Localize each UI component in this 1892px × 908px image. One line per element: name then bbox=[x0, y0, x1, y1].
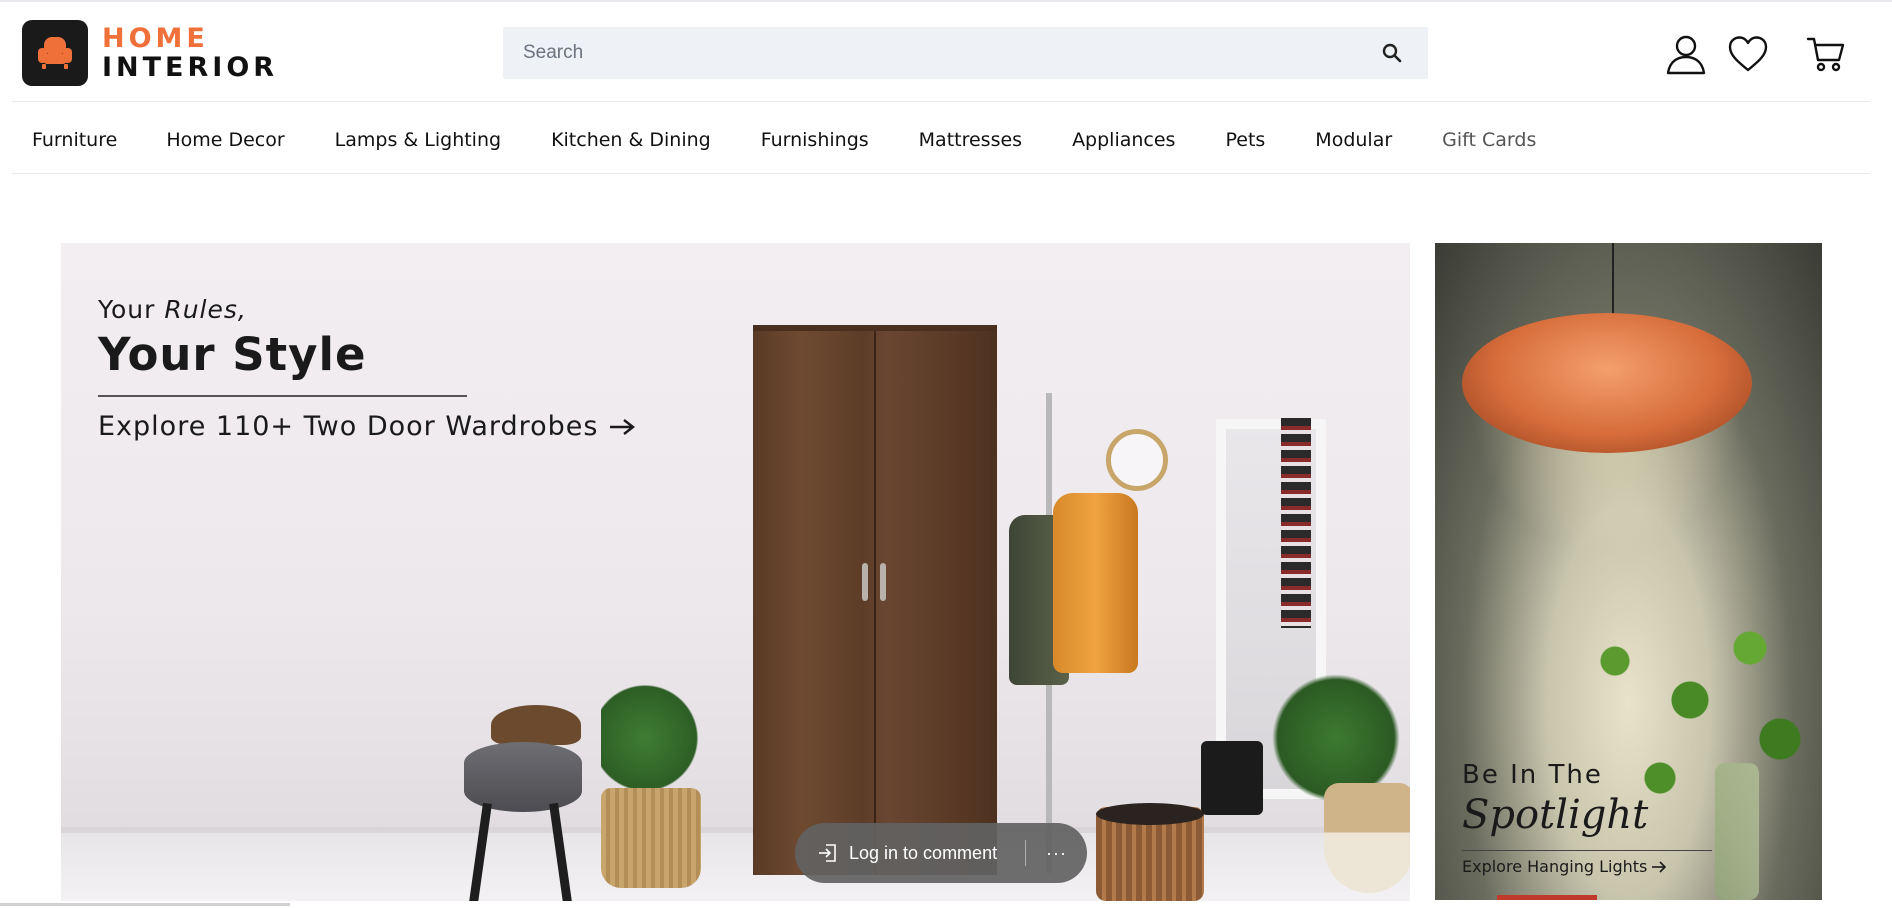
hero-banner-wardrobes[interactable]: Your Rules, Your Style Explore 110+ Two … bbox=[61, 243, 1410, 901]
wishlist-heart-icon bbox=[1728, 36, 1768, 72]
wishlist-button[interactable] bbox=[1724, 30, 1772, 78]
category-nav: Furniture Home Decor Lamps & Lighting Ki… bbox=[12, 118, 1556, 162]
search-input[interactable] bbox=[503, 28, 1363, 78]
wooden-stool-top bbox=[1096, 803, 1204, 825]
log-in-to-comment-button[interactable]: Log in to comment bbox=[795, 823, 1025, 883]
brand-name: HOME INTERIOR bbox=[102, 25, 278, 81]
scarf-image bbox=[1281, 418, 1311, 628]
nav-divider bbox=[12, 173, 1870, 174]
wardrobe-handle-left bbox=[862, 563, 868, 601]
wardrobe-handle-right bbox=[880, 563, 886, 601]
basket-image-right bbox=[1324, 783, 1410, 893]
nav-item-appliances[interactable]: Appliances bbox=[1042, 129, 1195, 151]
nav-item-furnishings[interactable]: Furnishings bbox=[731, 129, 889, 151]
hat-image bbox=[491, 705, 581, 745]
hero-divider bbox=[98, 395, 467, 397]
account-icon bbox=[1666, 35, 1706, 75]
glass-vase-image bbox=[1715, 763, 1759, 900]
handbag-image bbox=[1201, 741, 1263, 815]
scroll-indicator bbox=[0, 903, 290, 906]
nav-item-kitchen-dining[interactable]: Kitchen & Dining bbox=[521, 129, 731, 151]
nav-item-gift-cards[interactable]: Gift Cards bbox=[1412, 129, 1556, 151]
brand-name-line2: INTERIOR bbox=[102, 52, 279, 83]
promo-banner-hanging-lights[interactable]: Be In The Spotlight Explore Hanging Ligh… bbox=[1435, 243, 1822, 900]
arrow-right-icon bbox=[1652, 860, 1667, 873]
cart-button[interactable] bbox=[1802, 30, 1850, 78]
arrow-right-icon bbox=[610, 418, 636, 435]
promo-cta-link[interactable]: Explore Hanging Lights bbox=[1462, 857, 1712, 876]
promo-accent-bar bbox=[1497, 895, 1597, 900]
hero-headline: Your Style bbox=[98, 328, 367, 381]
nav-item-lamps-lighting[interactable]: Lamps & Lighting bbox=[305, 129, 521, 151]
nav-item-pets[interactable]: Pets bbox=[1195, 129, 1285, 151]
sign-in-icon bbox=[819, 844, 836, 862]
search-button[interactable] bbox=[1378, 39, 1406, 67]
cart-icon bbox=[1806, 37, 1845, 72]
brand-logo[interactable]: HOME INTERIOR bbox=[22, 20, 278, 86]
promo-title-line1: Be In The bbox=[1462, 760, 1603, 790]
site-header: HOME INTERIOR bbox=[0, 2, 1892, 102]
nav-item-furniture[interactable]: Furniture bbox=[12, 129, 137, 151]
armchair-icon bbox=[22, 20, 88, 86]
pendant-lamp-image bbox=[1462, 313, 1752, 453]
brand-name-line1: HOME bbox=[102, 23, 209, 54]
promo-divider bbox=[1462, 850, 1712, 851]
more-options-button[interactable]: ··· bbox=[1026, 843, 1087, 864]
search-bar bbox=[503, 27, 1428, 79]
nav-item-home-decor[interactable]: Home Decor bbox=[137, 129, 304, 151]
hero-floor bbox=[61, 831, 1410, 901]
hero-cta-link[interactable]: Explore 110+ Two Door Wardrobes bbox=[98, 411, 636, 442]
hero-cta-label: Explore 110+ Two Door Wardrobes bbox=[98, 411, 599, 442]
wardrobe-image bbox=[753, 325, 997, 875]
orange-jacket-image bbox=[1053, 493, 1138, 673]
nav-item-modular[interactable]: Modular bbox=[1285, 129, 1412, 151]
account-button[interactable] bbox=[1662, 30, 1710, 78]
header-divider bbox=[12, 101, 1870, 102]
promo-cta-label: Explore Hanging Lights bbox=[1462, 857, 1648, 876]
basket-image-left bbox=[601, 788, 701, 888]
comment-login-label: Log in to comment bbox=[849, 842, 998, 863]
hero-tagline-plain: Your bbox=[98, 295, 165, 324]
wall-clock-image bbox=[1106, 429, 1168, 491]
promo-copy: Be In The Spotlight Explore Hanging Ligh… bbox=[1462, 760, 1712, 876]
search-icon bbox=[1382, 43, 1402, 63]
hero-tagline: Your Rules, bbox=[98, 295, 636, 324]
promo-title-line2: Spotlight bbox=[1462, 792, 1649, 838]
hero-tagline-italic: Rules, bbox=[164, 295, 247, 324]
hero-baseboard bbox=[61, 827, 1410, 833]
wardrobe-door-split bbox=[874, 331, 876, 875]
plant-image-left bbox=[601, 683, 711, 793]
stool-image bbox=[464, 742, 582, 812]
lamp-cord bbox=[1612, 243, 1614, 323]
header-actions bbox=[1662, 30, 1850, 78]
comment-toolbar: Log in to comment ··· bbox=[795, 823, 1087, 883]
hero-copy: Your Rules, Your Style Explore 110+ Two … bbox=[98, 295, 636, 442]
nav-item-mattresses[interactable]: Mattresses bbox=[889, 129, 1042, 151]
